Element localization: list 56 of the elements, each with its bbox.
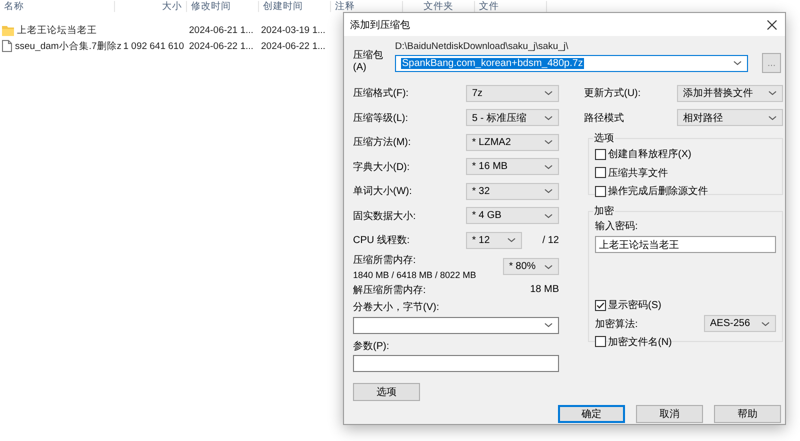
dropdown[interactable]: 相对路径 [677,109,783,126]
field-label: 输入密码: [595,220,639,234]
group-title: 选项 [593,132,615,145]
dropdown[interactable]: 添加并替换文件 [677,84,783,102]
options-button[interactable]: 选项 [353,382,420,400]
checkbox-label: 加密文件名(N) [608,336,672,349]
setting-label: 固实数据大小: [353,210,416,223]
field-label: 压缩包(A) [353,48,384,74]
modified-date: 2024-06-21 1... [188,24,254,36]
setting-label: 更新方式(U): [584,86,641,100]
created-date: 2024-06-22 1... [260,40,326,52]
checkbox-label: 创建自释放程序(X) [608,148,692,162]
column-header[interactable]: 修改时间 [187,1,259,12]
setting-label: CPU 线程数: [353,234,411,248]
dropdown[interactable]: * 80% [503,258,559,275]
setting-label: 压缩所需内存: [353,254,417,267]
dropdown[interactable]: * 16 MB [466,158,559,176]
setting-label: 字典大小(D): [353,160,410,174]
memory-value: 18 MB [530,284,559,295]
field-label: 分卷大小，字节(V): [353,300,440,314]
dropdown[interactable]: * 32 [466,182,559,200]
column-header[interactable]: 大小 [115,1,187,12]
checkbox-label: 操作完成后删除源文件 [608,184,708,198]
setting-label: 压缩等级(L): [353,112,408,125]
dialog-button[interactable]: 取消 [636,404,703,422]
memory-usage: 1840 MB / 6418 MB / 8022 MB [353,270,476,280]
group-title: 加密 [593,204,615,218]
column-header[interactable]: 创建时间 [259,1,331,12]
file-name[interactable]: 上老王论坛当老王 [17,24,97,36]
setting-label: 解压缩所需内存: [353,284,426,296]
setting-label: 压缩格式(F): [353,86,409,100]
file-name[interactable]: sseu_dam小合集.7删除z [15,40,122,52]
dropdown[interactable]: 5 - 标准压缩 [466,109,559,126]
dropdown[interactable]: * 12 [466,232,522,249]
dropdown[interactable]: 7z [466,84,559,102]
setting-label: 单词大小(W): [353,184,412,198]
created-date: 2024-03-19 1... [260,24,326,36]
setting-label: 路径模式 [584,112,624,125]
modified-date: 2024-06-22 1... [188,40,254,52]
window-title: 添加到压缩包 [350,18,410,32]
column-header[interactable]: 名称 [0,1,115,12]
dialog-button[interactable]: 确定 [558,404,625,422]
checkbox-label: 显示密码(S) [608,298,662,312]
setting-label: 压缩方法(M): [353,136,411,150]
dropdown[interactable]: AES-256 [704,315,776,332]
file-size: 1 092 641 610 [122,40,185,52]
password-field[interactable]: 上老王论坛当老王 [595,236,776,253]
dropdown[interactable]: SpankBang.com_korean+bdsm_480p.7z [395,54,748,72]
dropdown[interactable]: * LZMA2 [466,134,559,151]
field-label: 参数(P): [353,340,390,354]
checkbox-label: 压缩共享文件 [608,166,668,180]
thread-max: / 12 [542,234,559,246]
dropdown[interactable]: * 4 GB [466,207,559,224]
dialog-button[interactable]: 帮助 [714,404,781,422]
setting-label: 加密算法: [595,318,638,330]
archive-path: D:\BaiduNetdiskDownload\saku_j\saku_j\ [395,40,570,53]
